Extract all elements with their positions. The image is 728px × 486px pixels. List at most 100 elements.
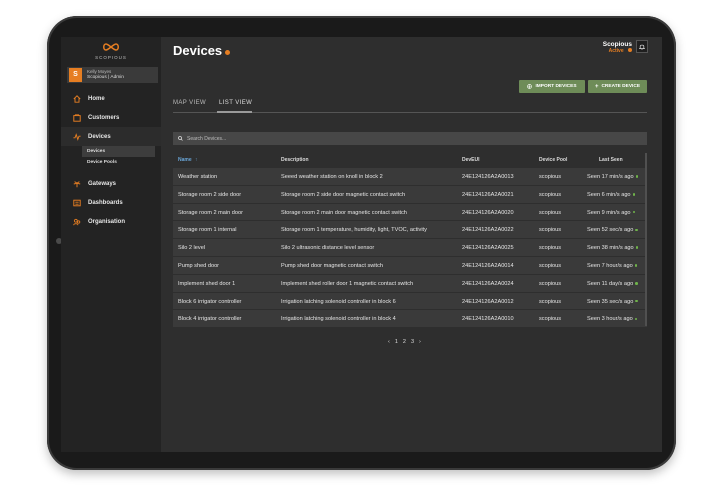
table-row[interactable]: Storage room 2 main door Storage room 2 … <box>173 203 647 222</box>
search-icon <box>178 136 183 141</box>
table-scrollbar[interactable] <box>645 153 647 326</box>
app-screen: SCOPIOUS S Kelly Moyes Scopious | Admin … <box>61 37 662 452</box>
sidebar-item-customers[interactable]: Customers <box>61 108 161 127</box>
cell-description: Implement shed roller door 1 magnetic co… <box>281 280 414 287</box>
pagination-next-button[interactable]: › <box>419 339 421 345</box>
last-seen-text: Seen 9 min/s ago <box>587 209 631 216</box>
cell-device-pool: scopious <box>539 298 562 305</box>
last-seen-text: Seen 3 hour/s ago <box>587 316 633 323</box>
table-header: Name ↑ Description DevEUI Device Pool La… <box>173 153 647 168</box>
sidebar-item-home[interactable]: Home <box>61 89 161 108</box>
last-seen-text: Seen 11 day/s ago <box>587 280 634 287</box>
last-seen-text: Seen 35 sec/s ago <box>587 298 634 305</box>
cell-last-seen: Seen 11 day/s ago <box>587 281 638 287</box>
sidebar-subitem-devices[interactable]: Devices <box>82 146 155 157</box>
cell-last-seen: Seen 7 hour/s ago <box>587 262 638 269</box>
column-header-name[interactable]: Name ↑ <box>178 157 198 163</box>
help-icon[interactable] <box>225 50 231 55</box>
cell-last-seen: Seen 52 sec/s ago <box>587 227 638 233</box>
column-header-deveui[interactable]: DevEUI <box>462 157 480 163</box>
column-header-last-seen[interactable]: Last Seen <box>599 157 623 163</box>
cell-name: Pump shed door <box>178 262 220 269</box>
cell-name: Block 4 irrigator controller <box>178 316 242 323</box>
last-seen-text: Seen 7 hour/s ago <box>587 262 633 269</box>
cell-name: Silo 2 level <box>178 245 206 252</box>
last-seen-text: Seen 38 min/s ago <box>587 245 634 252</box>
table-row[interactable]: Block 6 irrigator controller Irrigation … <box>173 292 647 311</box>
cell-description: Pump shed door magnetic contact switch <box>281 262 383 269</box>
table-row[interactable]: Storage room 1 internal Storage room 1 t… <box>173 221 647 240</box>
column-header-label: Name <box>178 157 192 163</box>
cell-description: Storage room 1 temperature, humidity, li… <box>281 227 427 234</box>
online-status-dot <box>635 228 638 232</box>
brand-logo[interactable]: SCOPIOUS <box>61 41 161 65</box>
table-row[interactable]: Weather station Seeed weather station on… <box>173 168 647 186</box>
user-card[interactable]: S Kelly Moyes Scopious | Admin <box>67 67 158 83</box>
cell-name: Storage room 1 internal <box>178 227 237 234</box>
cell-name: Block 6 irrigator controller <box>178 298 242 305</box>
cell-device-pool: scopious <box>539 191 562 198</box>
pagination-page-1[interactable]: 1 <box>395 339 398 345</box>
home-icon <box>73 94 81 103</box>
cell-name: Storage room 2 main door <box>178 209 243 216</box>
cell-deveui: 24E124126A2A0021 <box>462 191 514 198</box>
search-input[interactable]: Search Devices... <box>173 132 647 145</box>
table-row[interactable]: Implement shed door 1 Implement shed rol… <box>173 274 647 293</box>
cell-description: Seeed weather station on knoll in block … <box>281 174 383 180</box>
cell-device-pool: scopious <box>539 280 562 287</box>
sidebar-item-gateways[interactable]: Gateways <box>61 174 161 193</box>
pagination-prev-button[interactable]: ‹ <box>388 339 390 345</box>
gateways-icon <box>73 180 81 188</box>
search-placeholder: Search Devices... <box>187 135 227 142</box>
cell-description: Silo 2 ultrasonic distance level sensor <box>281 245 375 252</box>
last-seen-text: Seen 6 min/s ago <box>587 191 631 198</box>
cell-deveui: 24E124126A2A0014 <box>462 262 514 269</box>
cell-deveui: 24E124126A2A0010 <box>462 316 514 323</box>
sidebar-item-dashboards[interactable]: Dashboards <box>61 193 161 212</box>
cell-name: Weather station <box>178 174 218 180</box>
cell-deveui: 24E124126A2A0020 <box>462 209 514 216</box>
pagination-page-2[interactable]: 2 <box>403 339 406 345</box>
column-header-device-pool[interactable]: Device Pool <box>539 157 567 163</box>
online-status-dot <box>635 246 639 249</box>
pagination-page-3[interactable]: 3 <box>411 339 414 345</box>
customers-icon <box>73 113 81 122</box>
dashboards-icon <box>73 199 81 207</box>
cell-last-seen: Seen 17 min/s ago <box>587 174 639 180</box>
table-row[interactable]: Storage room 2 side door Storage room 2 … <box>173 185 647 204</box>
create-device-button[interactable]: + CREATE DEVICE <box>588 80 647 93</box>
page-title: Devices <box>173 43 231 58</box>
tab-map-view[interactable]: MAP VIEW <box>173 100 206 106</box>
cell-last-seen: Seen 3 hour/s ago <box>587 316 638 323</box>
online-status-dot <box>634 264 638 267</box>
pagination: ‹ 1 2 3 › <box>388 339 421 345</box>
main-content: Devices Scopious Active IMPORT DEVICES +… <box>161 37 662 452</box>
table-row[interactable]: Pump shed door Pump shed door magnetic c… <box>173 256 647 275</box>
cell-device-pool: scopious <box>539 316 562 323</box>
table-row[interactable]: Silo 2 level Silo 2 ultrasonic distance … <box>173 239 647 257</box>
cell-deveui: 24E124126A2A0013 <box>462 174 514 180</box>
cell-description: Irrigation latching solenoid controller … <box>281 298 396 305</box>
tab-list-view[interactable]: LIST VIEW <box>219 100 252 106</box>
import-devices-button[interactable]: IMPORT DEVICES <box>519 80 585 93</box>
cell-device-pool: scopious <box>539 245 562 252</box>
avatar: S <box>69 68 82 82</box>
cell-description: Irrigation latching solenoid controller … <box>281 316 396 323</box>
account-menu[interactable]: Scopious Active <box>603 41 632 54</box>
plus-icon: + <box>594 83 599 90</box>
column-header-description[interactable]: Description <box>281 157 309 163</box>
last-seen-text: Seen 17 min/s ago <box>587 174 634 180</box>
cell-device-pool: scopious <box>539 209 562 216</box>
sidebar-item-label: Home <box>88 95 105 102</box>
logo-text: SCOPIOUS <box>95 55 127 60</box>
online-status-dot <box>635 175 639 178</box>
import-devices-label: IMPORT DEVICES <box>535 84 577 89</box>
sidebar-item-devices[interactable]: Devices <box>61 127 161 146</box>
cell-deveui: 24E124126A2A0022 <box>462 227 514 234</box>
table-row[interactable]: Block 4 irrigator controller Irrigation … <box>173 310 647 329</box>
sidebar-subitem-device-pools[interactable]: Device Pools <box>82 157 155 168</box>
sidebar-item-organisation[interactable]: Organisation <box>61 212 161 231</box>
cell-deveui: 24E124126A2A0012 <box>462 298 514 305</box>
cell-name: Implement shed door 1 <box>178 280 236 287</box>
notifications-button[interactable] <box>636 40 648 53</box>
